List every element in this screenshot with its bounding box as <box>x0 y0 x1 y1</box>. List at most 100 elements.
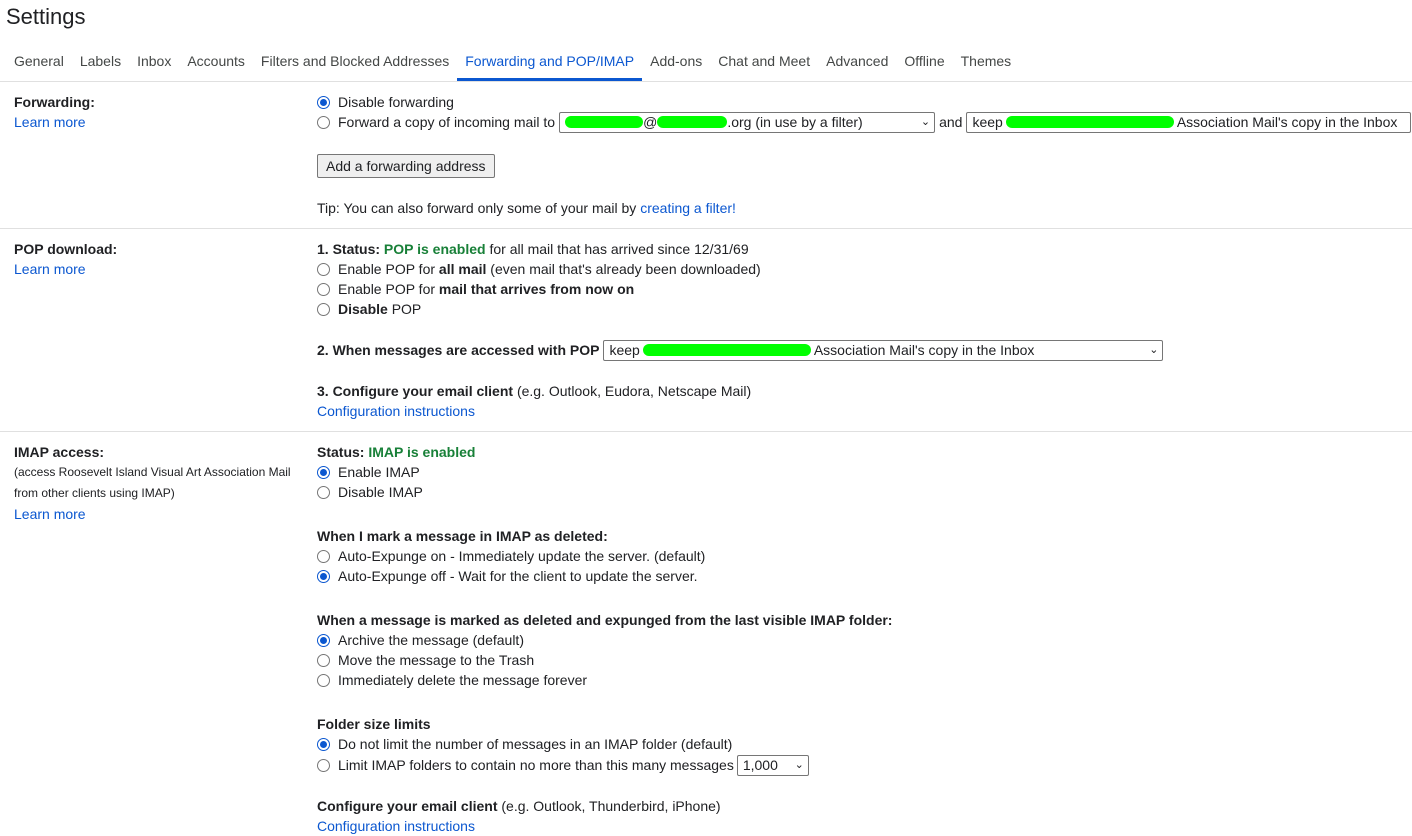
move-to-trash-label: Move the message to the Trash <box>338 652 535 668</box>
imap-config-row: Configure your email client (e.g. Outloo… <box>317 796 721 816</box>
imap-status-value: IMAP is enabled <box>368 444 476 460</box>
address-suffix: .org (in use by a filter) <box>727 114 863 130</box>
pop-learn-more-link[interactable]: Learn more <box>14 261 86 277</box>
pop-status: 1. Status: POP is enabled for all mail t… <box>317 239 749 259</box>
forward-action-suffix: Association Mail's copy in the Inbox <box>1176 114 1398 130</box>
pop-access-suffix: Association Mail's copy in the Inbox <box>813 342 1035 358</box>
forwarding-label: Forwarding: <box>14 94 95 110</box>
forwarding-label-block: Forwarding: Learn more <box>14 92 304 132</box>
forwarding-learn-more-link[interactable]: Learn more <box>14 114 86 130</box>
address-at: @ <box>643 114 658 130</box>
folder-size-heading: Folder size limits <box>317 716 431 732</box>
tab-add-ons[interactable]: Add-ons <box>642 44 710 81</box>
creating-filter-link[interactable]: creating a filter! <box>640 198 736 218</box>
move-to-trash-radio[interactable] <box>317 653 330 667</box>
forward-copy-label: Forward a copy of incoming mail to <box>338 114 556 130</box>
forwarding-action-select[interactable]: keep Association Mail's copy in the Inbo… <box>966 111 1412 133</box>
auto-expunge-off-label: Auto-Expunge off - Wait for the client t… <box>338 568 698 584</box>
imap-learn-more-link[interactable]: Learn more <box>14 506 86 522</box>
tab-chat-meet[interactable]: Chat and Meet <box>710 44 818 81</box>
tab-accounts[interactable]: Accounts <box>179 44 253 81</box>
imap-deleted-heading: When I mark a message in IMAP as deleted… <box>317 528 608 544</box>
pop-config-bold: 3. Configure your email client <box>317 383 514 399</box>
disable-imap-label: Disable IMAP <box>338 484 423 500</box>
tab-themes[interactable]: Themes <box>953 44 1020 81</box>
pop-access-label: 2. When messages are accessed with POP <box>317 342 600 358</box>
auto-expunge-on-label: Auto-Expunge on - Immediately update the… <box>338 548 706 564</box>
tab-labels[interactable]: Labels <box>72 44 129 81</box>
pop-disable-radio[interactable] <box>317 302 330 316</box>
pop-opt2-prefix: Enable POP for <box>338 281 436 297</box>
imap-section: IMAP access: (access Roosevelt Island Vi… <box>0 432 1412 836</box>
settings-tabs: General Labels Inbox Accounts Filters an… <box>0 44 1412 82</box>
redacted-mark <box>657 116 728 128</box>
pop-section: POP download: Learn more 1. Status: POP … <box>0 229 1412 432</box>
pop-config-row: 3. Configure your email client (e.g. Out… <box>317 381 751 401</box>
pop-label: POP download: <box>14 241 118 257</box>
imap-label: IMAP access: <box>14 444 105 460</box>
imap-config-instructions-link[interactable]: Configuration instructions <box>317 816 475 836</box>
pop-status-prefix: 1. Status: <box>317 241 381 257</box>
pop-access-select[interactable]: keep Association Mail's copy in the Inbo… <box>603 339 1164 361</box>
chevron-down-icon: ⌄ <box>1149 344 1159 356</box>
pop-config-suffix: (e.g. Outlook, Eudora, Netscape Mail) <box>516 383 752 399</box>
pop-opt3-bold: Disable <box>338 301 388 317</box>
archive-message-radio[interactable] <box>317 633 330 647</box>
pop-label-block: POP download: Learn more <box>14 239 304 279</box>
page-title: Settings <box>6 4 86 29</box>
imap-status: Status: IMAP is enabled <box>317 442 475 462</box>
folder-limit-select[interactable]: 1,000 ⌄ <box>736 754 809 776</box>
auto-expunge-off-radio[interactable] <box>317 569 330 583</box>
pop-config-instructions-link[interactable]: Configuration instructions <box>317 401 475 421</box>
pop-opt1-bold: all mail <box>438 261 487 277</box>
disable-imap-radio[interactable] <box>317 485 330 499</box>
pop-status-suffix: for all mail that has arrived since 12/3… <box>489 241 749 257</box>
forwarding-tip-text: Tip: You can also forward only some of y… <box>317 200 637 216</box>
delete-forever-radio[interactable] <box>317 673 330 687</box>
tab-inbox[interactable]: Inbox <box>129 44 179 81</box>
imap-expunged-heading: When a message is marked as deleted and … <box>317 612 893 628</box>
forwarding-section: Forwarding: Learn more Disable forwardin… <box>0 82 1412 229</box>
pop-from-now-radio[interactable] <box>317 282 330 296</box>
folder-limit-value: 1,000 <box>742 757 778 773</box>
chevron-down-icon: ⌄ <box>794 759 804 771</box>
no-limit-radio[interactable] <box>317 737 330 751</box>
pop-status-value: POP is enabled <box>383 241 486 257</box>
imap-label-block: IMAP access: (access Roosevelt Island Vi… <box>14 442 304 524</box>
pop-opt1-prefix: Enable POP for <box>338 261 436 277</box>
redacted-mark <box>642 344 811 356</box>
pop-all-mail-radio[interactable] <box>317 262 330 276</box>
pop-access-prefix: keep <box>609 342 640 358</box>
forward-and-label: and <box>939 114 963 130</box>
forwarding-tip: Tip: You can also forward only some of y… <box>317 198 736 218</box>
enable-imap-label: Enable IMAP <box>338 464 420 480</box>
tab-advanced[interactable]: Advanced <box>818 44 896 81</box>
imap-desc-line1: (access Roosevelt Island Visual Art Asso… <box>14 465 291 479</box>
forwarding-address-select[interactable]: @ .org (in use by a filter) ⌄ <box>559 111 936 133</box>
limit-folders-radio[interactable] <box>317 758 330 772</box>
imap-desc-line2: from other clients using IMAP) <box>14 486 175 500</box>
archive-message-label: Archive the message (default) <box>338 632 524 648</box>
imap-status-prefix: Status: <box>317 444 365 460</box>
enable-imap-radio[interactable] <box>317 465 330 479</box>
add-forwarding-address-button[interactable]: Add a forwarding address <box>317 154 495 178</box>
disable-forwarding-label: Disable forwarding <box>338 94 454 110</box>
pop-opt2-bold: mail that arrives from now on <box>438 281 635 297</box>
no-limit-label: Do not limit the number of messages in a… <box>338 736 733 752</box>
pop-opt3-suffix: POP <box>391 301 422 317</box>
forward-action-prefix: keep <box>972 114 1003 130</box>
forward-copy-radio[interactable] <box>317 115 330 129</box>
disable-forwarding-radio[interactable] <box>317 95 330 109</box>
tab-offline[interactable]: Offline <box>896 44 952 81</box>
auto-expunge-on-radio[interactable] <box>317 549 330 563</box>
tab-forwarding-pop-imap[interactable]: Forwarding and POP/IMAP <box>457 44 643 81</box>
imap-config-suffix: (e.g. Outlook, Thunderbird, iPhone) <box>501 798 721 814</box>
delete-forever-label: Immediately delete the message forever <box>338 672 588 688</box>
pop-access-row: 2. When messages are accessed with POP k… <box>317 339 1164 361</box>
tab-general[interactable]: General <box>6 44 72 81</box>
imap-config-bold: Configure your email client <box>317 798 498 814</box>
redacted-mark <box>1005 116 1174 128</box>
limit-folders-label: Limit IMAP folders to contain no more th… <box>338 757 734 773</box>
tab-filters[interactable]: Filters and Blocked Addresses <box>253 44 457 81</box>
chevron-down-icon: ⌄ <box>920 116 931 128</box>
